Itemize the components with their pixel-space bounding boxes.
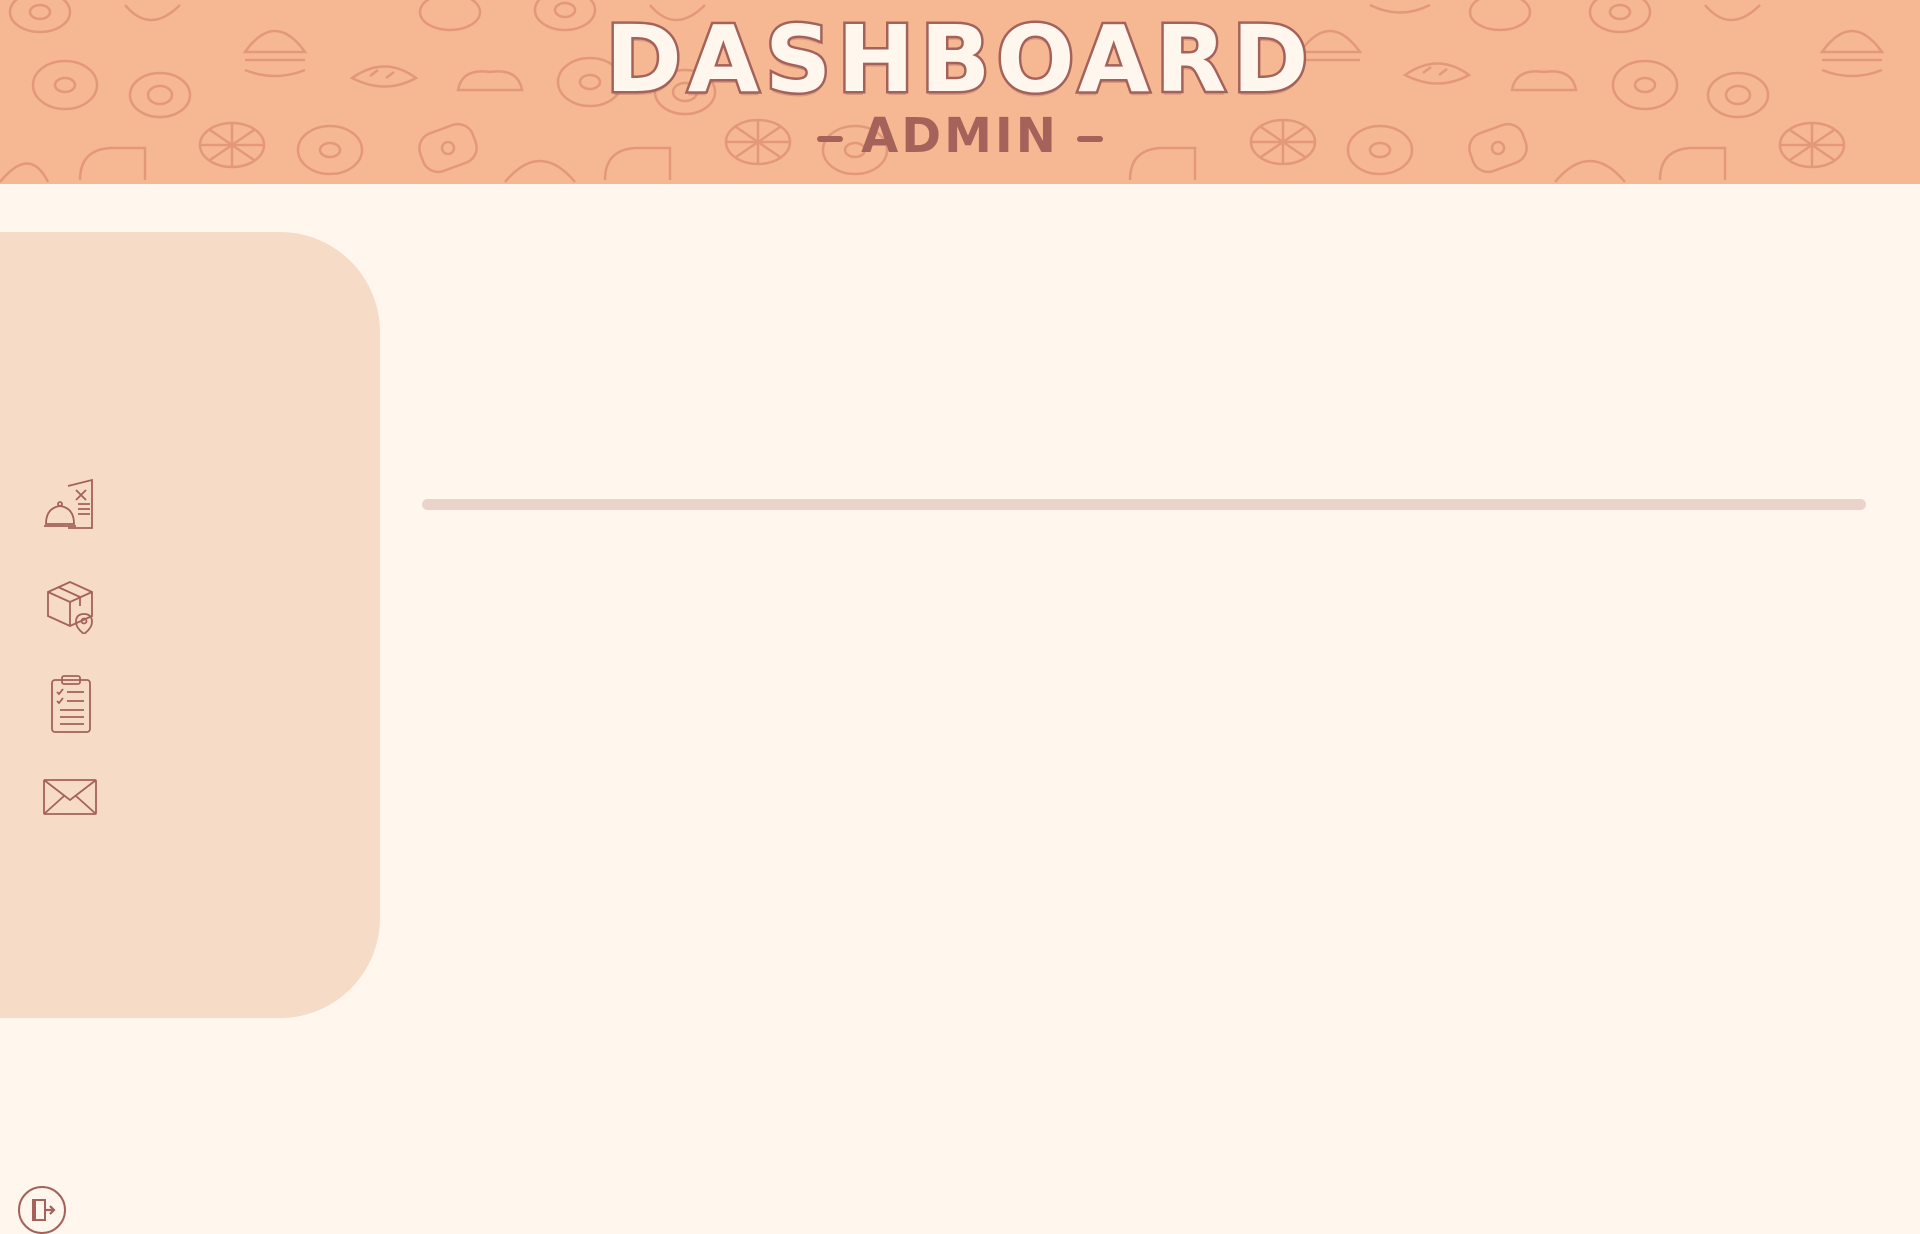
logout-door-icon: [32, 1199, 56, 1221]
content-divider: [422, 499, 1866, 510]
menu-cloche-icon: [44, 478, 93, 529]
dash-left: [817, 136, 844, 142]
sidebar-item-orders[interactable]: [38, 672, 102, 736]
sidebar-item-menu[interactable]: [38, 472, 102, 536]
clipboard-checklist-icon: [51, 675, 91, 733]
logout-button[interactable]: [18, 1186, 66, 1234]
page-subtitle: ADMIN: [0, 108, 1920, 164]
dash-right: [1076, 136, 1103, 142]
subtitle-text: ADMIN: [861, 108, 1059, 164]
package-location-icon: [47, 581, 93, 634]
page-title: DASHBOARD: [603, 4, 1315, 116]
header-banner: DASHBOARD ADMIN: [0, 0, 1920, 184]
mail-envelope-icon: [43, 779, 97, 815]
sidebar-item-messages[interactable]: [38, 764, 102, 828]
sidebar: [0, 232, 380, 1234]
sidebar-item-delivery[interactable]: [38, 572, 102, 636]
